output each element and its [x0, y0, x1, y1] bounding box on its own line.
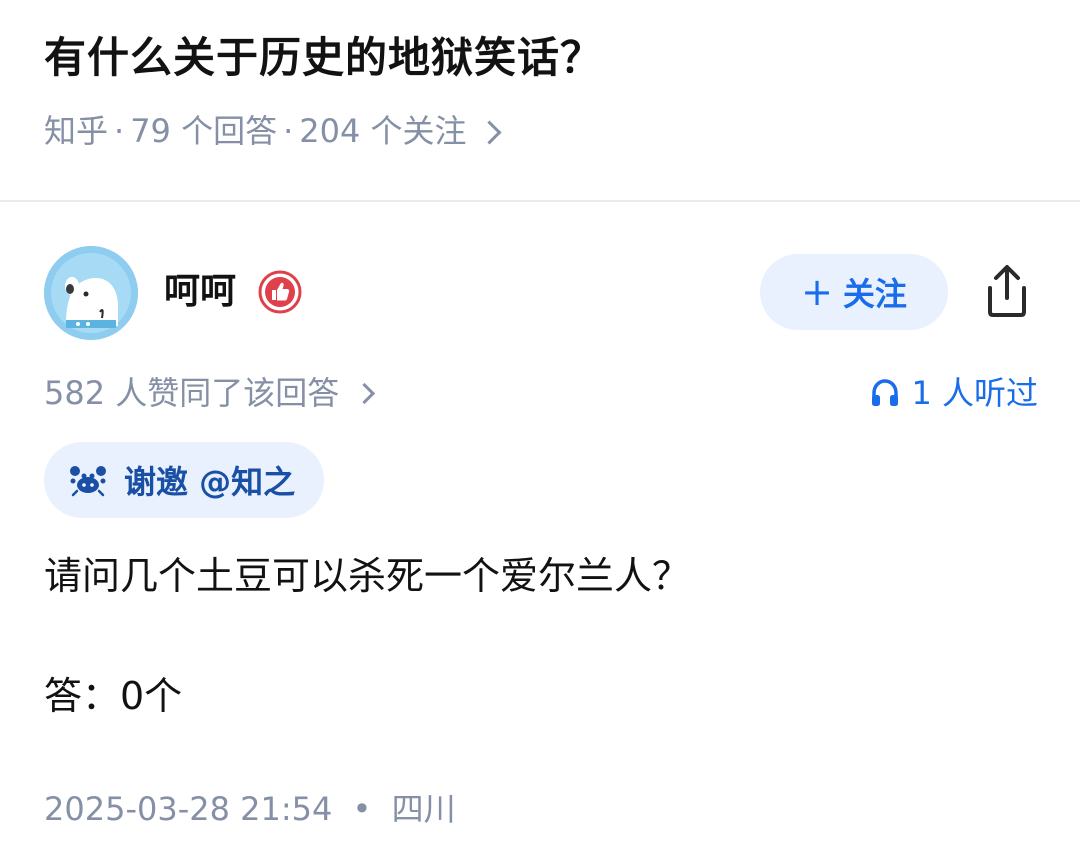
meta-separator: · [283, 112, 294, 150]
answer-footer: 2025-03-28 21:54 • 四川 [44, 786, 456, 832]
upvote-count-label: 582 人赞同了该回答 [44, 374, 340, 412]
crab-icon [70, 466, 106, 497]
avatar[interactable] [44, 246, 138, 340]
answers-count: 79 个回答 [130, 112, 278, 150]
listen-count-label: 1 人听过 [911, 374, 1038, 412]
followers-count: 204 个关注 [299, 112, 467, 150]
footer-separator: • [352, 790, 372, 828]
upvote-count[interactable]: 582 人赞同了该回答 [44, 370, 376, 416]
plus-icon: + [801, 270, 833, 314]
meta-separator: · [114, 112, 125, 150]
share-icon[interactable] [978, 262, 1036, 320]
follow-button-label: 关注 [842, 275, 907, 313]
question-source: 知乎 [44, 112, 109, 150]
invite-chip-label: 谢邀 @知之 [124, 463, 296, 501]
question-title[interactable]: 有什么关于历史的地狱笑话？ [44, 28, 603, 88]
question-meta[interactable]: 知乎 · 79 个回答 · 204 个关注 [44, 108, 502, 154]
answer-location: 四川 [391, 790, 456, 828]
thumbs-up-badge-icon [258, 270, 302, 314]
follow-button[interactable]: + 关注 [760, 254, 948, 330]
listen-count[interactable]: 1 人听过 [869, 370, 1038, 416]
invite-chip[interactable]: 谢邀 @知之 [44, 442, 324, 518]
chevron-right-icon [354, 382, 376, 404]
answer-paragraph: 请问几个土豆可以杀死一个爱尔兰人？ [44, 554, 691, 598]
author-name[interactable]: 呵呵 [164, 266, 236, 318]
chevron-right-icon [477, 119, 502, 145]
headphones-icon [872, 379, 899, 406]
cartoon-dog-avatar-icon [44, 246, 138, 340]
section-divider [0, 200, 1080, 202]
answer-date: 2025-03-28 21:54 [44, 790, 333, 828]
answer-paragraph: 答：0个 [44, 674, 183, 718]
